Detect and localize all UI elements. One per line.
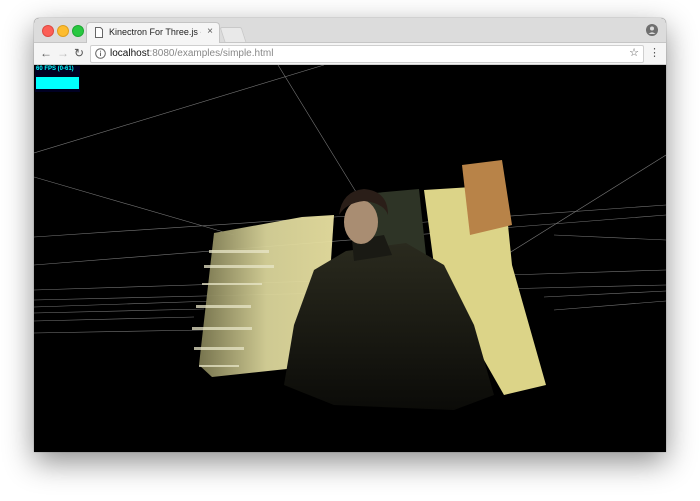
profile-icon[interactable] [646,24,658,36]
shelf [462,160,512,235]
url-path: :8080/examples/simple.html [149,48,274,59]
url-text: localhost:8080/examples/simple.html [110,48,273,59]
new-tab-button[interactable] [219,27,247,42]
tab-kinectron-simple[interactable]: Kinectron For Three.js - Simple × [86,22,220,43]
stats-panel[interactable]: 60 FPS (0-61) [35,66,80,92]
info-icon[interactable] [95,48,106,59]
person-face [344,200,378,244]
address-bar[interactable]: localhost:8080/examples/simple.html ☆ [90,45,644,63]
navigation-toolbar: ← → ↻ localhost:8080/examples/simple.htm… [34,43,666,65]
threejs-canvas[interactable]: 60 FPS (0-61) [34,65,666,452]
close-window-button[interactable] [42,25,54,37]
bookmark-star-icon[interactable]: ☆ [629,46,639,59]
browser-menu-icon[interactable]: ⋮ [649,46,660,60]
forward-button[interactable]: → [57,46,69,60]
browser-window: Kinectron For Three.js - Simple × ← → ↻ … [34,18,666,452]
fps-label: 60 FPS (0-61) [36,66,74,72]
page-icon [95,27,103,38]
scene-render [34,65,666,410]
tab-title: Kinectron For Three.js - Simple [109,27,201,37]
url-host: localhost [110,48,150,59]
tab-close-icon[interactable]: × [207,26,213,37]
tab-bar: Kinectron For Three.js - Simple × [34,18,666,43]
back-button[interactable]: ← [40,46,52,60]
reload-button[interactable]: ↻ [74,46,84,60]
maximize-window-button[interactable] [72,25,84,37]
fps-graph [36,77,79,89]
minimize-window-button[interactable] [57,25,69,37]
